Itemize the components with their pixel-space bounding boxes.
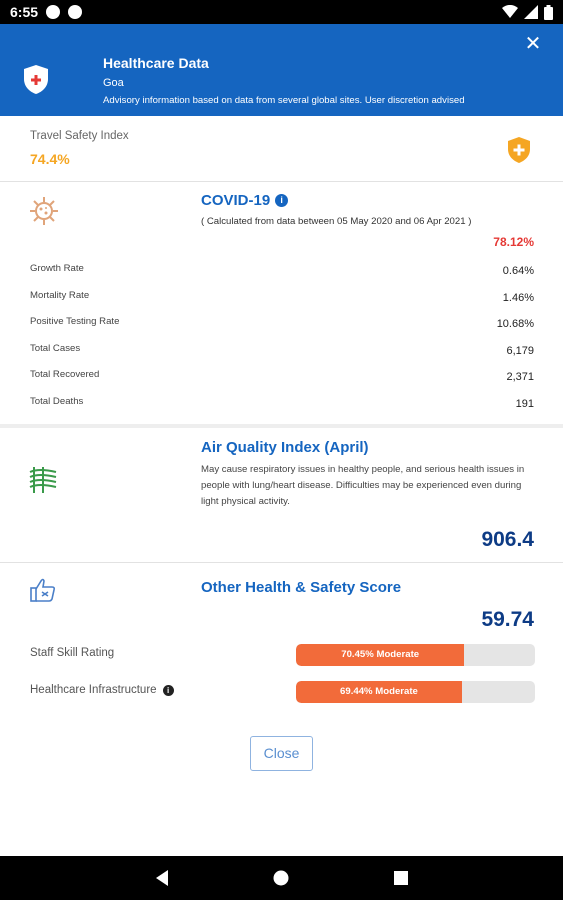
shield-icon [24,65,48,94]
stat-value: 0.64% [502,265,534,277]
stat-value: 10.68% [496,318,534,330]
stat-label: Growth Rate [30,263,84,274]
air-quality-section: Air Quality Index (April) May cause resp… [0,432,563,563]
status-bar: 6:55 [0,0,563,24]
other-health-section: Other Health & Safety Score 59.74 Staff … [0,564,563,724]
stat-value: 1.46% [502,291,534,304]
other-score: 59.74 [481,608,534,631]
close-button[interactable]: Close [250,736,313,771]
covid-title-text: COVID-19 [201,192,271,209]
bar-label-wrap: Healthcare Infrastructure i [30,684,174,696]
covid-title: COVID-19 i [201,192,289,209]
covid-stat-row: Growth Rate 0.64% [30,263,534,290]
covid-stat-row: Total Cases 6,179 [30,343,534,370]
nav-bar [0,856,563,900]
header-advisory: Advisory information based on data from … [103,95,465,106]
stat-value: 6,179 [506,344,534,357]
recents-icon[interactable] [390,867,412,889]
battery-icon [544,4,553,20]
covid-stat-row: Positive Testing Rate 10.68% [30,316,534,343]
aqi-title: Air Quality Index (April) [201,439,369,456]
safety-badge-icon [508,137,530,163]
covid-section: COVID-19 i ( Calculated from data betwee… [0,183,563,428]
stat-label: Total Recovered [30,369,100,380]
thumbs-up-icon [30,578,56,602]
covid-stat-row: Total Recovered 2,371 [30,369,534,396]
healthcare-header: Healthcare Data Goa Advisory information… [0,24,563,116]
app-notification-icon [68,5,83,19]
notification-icon [46,5,61,19]
home-icon[interactable] [270,867,292,889]
covid-stat-row: Total Deaths 191 [30,396,534,423]
progress-track: 69.44% Moderate [296,681,535,703]
status-time: 6:55 [10,4,39,20]
covid-stats-list: Growth Rate 0.64% Mortality Rate 1.46% Pos… [30,263,534,422]
signal-icon [524,5,538,19]
covid-calc-note: ( Calculated from data between 05 May 20… [201,216,472,227]
stat-value: 2,371 [506,371,534,383]
stat-label: Total Deaths [30,395,84,407]
virus-icon [30,197,58,225]
bar-label-wrap: Staff Skill Rating [30,647,114,659]
other-title: Other Health & Safety Score [201,579,402,596]
info-icon[interactable]: i [275,194,289,207]
aqi-description: May cause respiratory issues in healthy … [201,464,525,507]
stat-label: Total Cases [30,342,81,354]
travel-safety-section: Travel Safety Index 74.4% [0,116,563,182]
bar-label: Staff Skill Rating [30,647,115,659]
wifi-icon [502,5,518,18]
progress-track: 70.45% Moderate [296,644,535,666]
stat-label: Mortality Rate [30,289,90,301]
close-icon[interactable]: ✕ [521,32,545,56]
air-quality-icon [29,467,57,493]
stat-label: Positive Testing Rate [30,316,120,327]
travel-safety-value: 74.4% [30,151,70,167]
covid-percent: 78.12% [493,235,534,249]
travel-safety-label: Travel Safety Index [30,130,129,142]
header-title: Healthcare Data [103,55,209,71]
healthcare-infrastructure-row: Healthcare Infrastructure i 69.44% Moder… [30,681,535,703]
progress-text: 69.44% Moderate [340,686,418,697]
covid-stat-row: Mortality Rate 1.46% [30,290,534,317]
progress-text: 70.45% Moderate [341,649,420,660]
header-city: Goa [103,77,124,89]
stat-value: 191 [515,397,534,410]
bar-label: Healthcare Infrastructure [30,684,157,696]
info-icon[interactable]: i [162,684,174,696]
aqi-value: 906.4 [481,528,534,551]
back-icon[interactable] [151,867,173,889]
staff-skill-row: Staff Skill Rating 70.45% Moderate [30,644,535,666]
